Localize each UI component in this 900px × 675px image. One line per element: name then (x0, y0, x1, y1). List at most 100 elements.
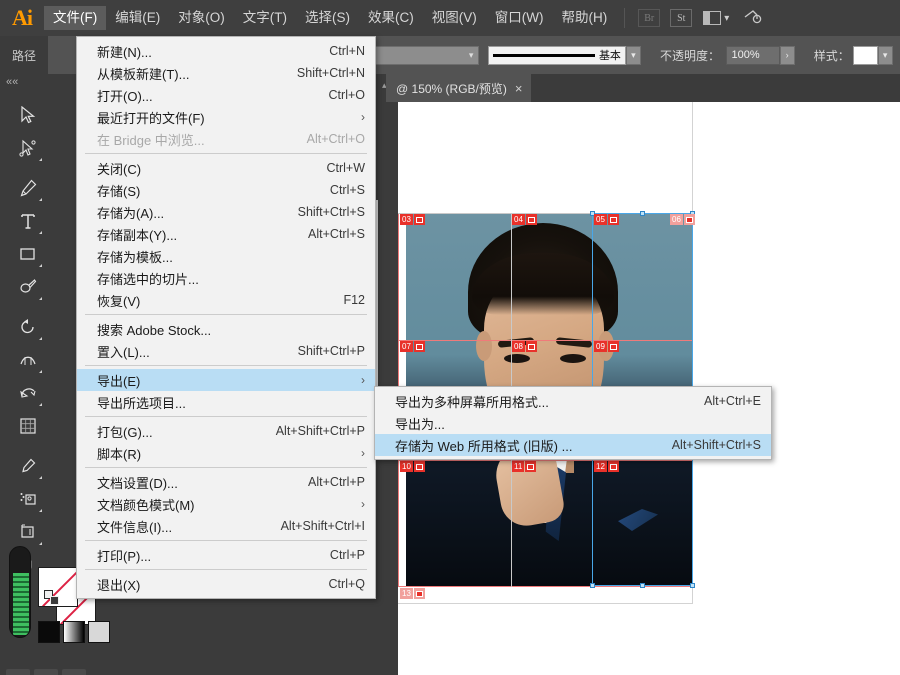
stroke-profile-combo[interactable]: 基本 (488, 45, 626, 65)
menu-item-document-color-mode[interactable]: 文档颜色模式(M) › (77, 493, 375, 515)
tools-panel: 路径 «« (0, 36, 110, 675)
blend-tool[interactable] (11, 482, 45, 515)
menu-item-save-as[interactable]: 存储为(A)... Shift+Ctrl+S (77, 201, 375, 223)
gradient-button[interactable] (63, 621, 85, 643)
selection-tool[interactable] (11, 98, 45, 131)
menu-item-open[interactable]: 打开(O)... Ctrl+O (77, 84, 375, 106)
menu-item-recent-files[interactable]: 最近打开的文件(F) › (77, 106, 375, 128)
artboard-tool[interactable] (11, 515, 45, 548)
menu-item-label: 存储为模板... (97, 249, 173, 265)
menu-item-shortcut: Alt+Ctrl+S (308, 227, 365, 241)
submenu-item-export-for-screens[interactable]: 导出为多种屏幕所用格式... Alt+Ctrl+E (375, 390, 771, 412)
slice-type-icon (525, 461, 537, 472)
rotate-tool[interactable] (11, 310, 45, 343)
menu-item-label: 退出(X) (97, 577, 141, 593)
gradient-slider[interactable] (9, 546, 31, 638)
slice-number: 11 (512, 461, 525, 472)
menu-item-shortcut: Shift+Ctrl+S (297, 205, 365, 219)
stock-icon[interactable]: St (670, 9, 693, 27)
slice-number: 06 (670, 214, 683, 225)
opacity-input[interactable]: 100% (725, 45, 780, 65)
menu-item-search-adobe-stock[interactable]: 搜索 Adobe Stock... (77, 318, 375, 340)
menu-item-label: 置入(L)... (97, 344, 150, 360)
slice-badge[interactable]: 13 (400, 588, 425, 599)
slice-type-icon (413, 461, 425, 472)
menu-item-new[interactable]: 新建(N)... Ctrl+N (77, 40, 375, 62)
submenu-item-save-for-web-legacy[interactable]: 存储为 Web 所用格式 (旧版) ... Alt+Shift+Ctrl+S (375, 434, 771, 456)
document-tab[interactable]: @ 150% (RGB/预览) × (386, 74, 533, 102)
menu-item-save-as-template[interactable]: 存储为模板... (77, 245, 375, 267)
collapse-panel-button[interactable]: «« (6, 76, 18, 88)
stroke-profile-label: 基本 (598, 50, 621, 62)
menu-item-save-copy[interactable]: 存储副本(Y)... Alt+Ctrl+S (77, 223, 375, 245)
slice-badge[interactable]: 03 (400, 214, 425, 225)
menu-item-save-selected-slices[interactable]: 存储选中的切片... (77, 267, 375, 289)
slice-badge[interactable]: 10 (400, 461, 425, 472)
menu-item-place[interactable]: 置入(L)... Shift+Ctrl+P (77, 340, 375, 362)
menu-item-label: 存储为 Web 所用格式 (旧版) ... (395, 438, 573, 454)
menu-item-document-setup[interactable]: 文档设置(D)... Alt+Ctrl+P (77, 471, 375, 493)
workspace-switcher[interactable]: ▾ (703, 11, 729, 25)
menu-item-exit[interactable]: 退出(X) Ctrl+Q (77, 573, 375, 595)
menu-item-new-from-template[interactable]: 从模板新建(T)... Shift+Ctrl+N (77, 62, 375, 84)
menu-item-export[interactable]: 导出(E) › (77, 369, 375, 391)
illustrator-window: Ai 文件(F) 编辑(E) 对象(O) 文字(T) 选择(S) 效果(C) 视… (0, 0, 900, 675)
rectangle-tool[interactable] (11, 237, 45, 270)
menu-item-print[interactable]: 打印(P)... Ctrl+P (77, 544, 375, 566)
menu-item-shortcut: Alt+Shift+Ctrl+S (671, 438, 761, 452)
menu-item-file-info[interactable]: 文件信息(I)... Alt+Shift+Ctrl+I (77, 515, 375, 537)
menu-item-close[interactable]: 关闭(C) Ctrl+W (77, 157, 375, 179)
menu-view[interactable]: 视图(V) (423, 6, 486, 30)
none-button[interactable] (88, 621, 110, 643)
menu-item-package[interactable]: 打包(G)... Alt+Shift+Ctrl+P (77, 420, 375, 442)
stroke-profile-dropdown-button[interactable]: ▾ (625, 45, 641, 65)
opacity-more-button[interactable]: › (779, 45, 795, 65)
menu-edit[interactable]: 编辑(E) (106, 6, 169, 30)
paintbrush-tool[interactable] (11, 270, 45, 303)
menu-item-save[interactable]: 存储(S) Ctrl+S (77, 179, 375, 201)
style-dropdown-button[interactable]: ▾ (877, 45, 893, 65)
menu-type[interactable]: 文字(T) (234, 6, 296, 30)
search-adobe-icon[interactable] (743, 8, 763, 28)
slice-badge[interactable]: 06 (670, 214, 695, 225)
menu-item-scripts[interactable]: 脚本(R) › (77, 442, 375, 464)
slice-badge[interactable]: 04 (512, 214, 537, 225)
menu-file[interactable]: 文件(F) (44, 6, 107, 30)
chevron-down-icon: ▾ (468, 49, 474, 60)
bridge-icon[interactable]: Br (638, 9, 661, 27)
menu-help[interactable]: 帮助(H) (552, 6, 616, 30)
slice-badge[interactable]: 12 (594, 461, 619, 472)
style-swatch[interactable] (853, 45, 878, 65)
menu-item-revert[interactable]: 恢复(V) F12 (77, 289, 375, 311)
slice-badge[interactable]: 08 (512, 341, 537, 352)
mesh-tool[interactable] (11, 409, 45, 442)
menu-effect[interactable]: 效果(C) (359, 6, 423, 30)
menu-select[interactable]: 选择(S) (296, 6, 359, 30)
pen-tool[interactable] (11, 171, 45, 204)
close-icon[interactable]: × (515, 82, 523, 95)
type-tool[interactable] (11, 204, 45, 237)
normal-screen-mode-icon[interactable]: ◉ (6, 669, 30, 675)
direct-selection-tool[interactable] (11, 131, 45, 164)
chevron-right-icon: › (361, 373, 365, 387)
swap-fill-stroke-icon[interactable] (44, 590, 60, 606)
menu-item-shortcut: Ctrl+O (328, 88, 365, 102)
screen-mode-buttons: ◉ ◉ ◉ (6, 669, 86, 675)
free-transform-tool[interactable] (11, 376, 45, 409)
slice-badge[interactable]: 09 (594, 341, 619, 352)
slice-badge[interactable]: 07 (400, 341, 425, 352)
submenu-item-export-as[interactable]: 导出为... (375, 412, 771, 434)
color-button[interactable] (38, 621, 60, 643)
width-tool[interactable] (11, 343, 45, 376)
menu-object[interactable]: 对象(O) (169, 6, 234, 30)
menu-item-export-selection[interactable]: 导出所选项目... (77, 391, 375, 413)
drawing-mode-icon[interactable]: ◉ (34, 669, 58, 675)
slice-badge[interactable]: 05 (594, 214, 619, 225)
screen-mode-icon[interactable]: ◉ (62, 669, 86, 675)
eyedropper-tool[interactable] (11, 449, 45, 482)
slice-badge[interactable]: 11 (512, 461, 537, 472)
menu-window[interactable]: 窗口(W) (486, 6, 553, 30)
menu-bar: Ai 文件(F) 编辑(E) 对象(O) 文字(T) 选择(S) 效果(C) 视… (0, 0, 900, 36)
menu-item-label: 搜索 Adobe Stock... (97, 322, 212, 338)
slice-line (398, 460, 693, 461)
